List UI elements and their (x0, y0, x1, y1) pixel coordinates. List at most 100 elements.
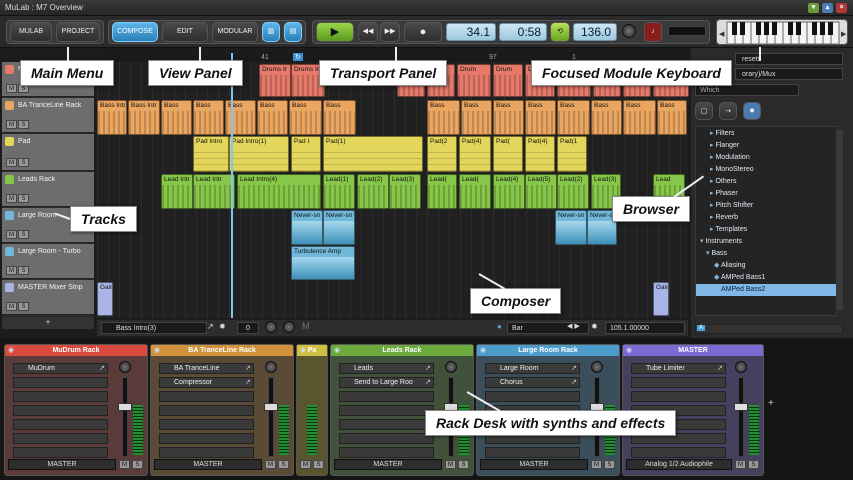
solo-button[interactable]: S (18, 158, 29, 167)
rack-slot[interactable] (13, 447, 108, 458)
tempo-display[interactable]: 136.0 (573, 23, 617, 41)
scroll-knob[interactable] (283, 321, 295, 333)
slot-edit-icon[interactable]: ↗ (571, 364, 577, 372)
mute-button[interactable]: M (6, 230, 17, 239)
octave-down-icon[interactable]: ◀ (719, 31, 725, 38)
mute-button[interactable]: M (119, 460, 130, 469)
browser-item[interactable]: ◆ AMPed Bass2 (696, 284, 836, 296)
black-key[interactable] (820, 22, 825, 35)
modular-view-button[interactable]: MODULAR (212, 22, 258, 42)
slot-edit-icon[interactable]: ↗ (425, 378, 431, 386)
rack-slot[interactable] (159, 447, 254, 458)
black-key[interactable] (740, 22, 745, 35)
browser-item[interactable]: ▸ Reverb (696, 212, 836, 224)
rack-module-header[interactable]: Leads Rack (331, 345, 473, 356)
output-select[interactable]: Analog 1/2 Audiophile (626, 459, 732, 470)
clip[interactable]: Lead( (427, 174, 457, 209)
clip[interactable]: Bass (289, 100, 322, 135)
rack-slot[interactable] (485, 447, 580, 458)
black-key[interactable] (756, 22, 761, 35)
mute-button[interactable]: M (265, 460, 276, 469)
fader-handle[interactable] (264, 403, 278, 411)
clip[interactable]: Bass (591, 100, 622, 135)
rack-slot[interactable]: Large Room (485, 363, 580, 374)
rack-slot[interactable] (159, 433, 254, 444)
solo-button[interactable]: S (748, 460, 759, 469)
rack-slot[interactable] (485, 391, 580, 402)
volume-knob[interactable] (445, 361, 457, 373)
slot-edit-icon[interactable]: ↗ (245, 378, 251, 386)
clip[interactable]: Never-sn (323, 210, 355, 245)
clip[interactable]: Lead Intr (161, 174, 193, 209)
solo-button[interactable]: S (278, 460, 289, 469)
clip[interactable]: Lead(2) (357, 174, 389, 209)
composer[interactable]: Drums IrDrums InDrumDrumDrumDrumDrumDrum… (97, 62, 689, 318)
track[interactable]: MASTER Mixer Strip M S (2, 280, 94, 315)
mute-button[interactable]: M (6, 158, 17, 167)
settings-gear-icon[interactable]: ✹ (591, 322, 598, 331)
restore-icon[interactable]: ▴ (822, 3, 833, 13)
wrench-icon[interactable]: ↗ (207, 322, 214, 331)
clip[interactable]: Pad(4) (459, 136, 491, 172)
power-icon[interactable]: ◉ (300, 346, 306, 354)
slot-edit-icon[interactable]: ↗ (99, 364, 105, 372)
fader-handle[interactable] (734, 403, 748, 411)
output-select[interactable]: MASTER (8, 459, 116, 470)
track[interactable]: Pad M S (2, 134, 94, 171)
clip[interactable]: Pad( (493, 136, 523, 172)
solo-button[interactable]: S (132, 460, 143, 469)
mute-button[interactable]: M (6, 84, 17, 93)
browser-item[interactable]: ◆ AMPed Bass1 (696, 272, 836, 284)
black-key[interactable] (732, 22, 737, 35)
clip[interactable]: Lead(2) (557, 174, 589, 209)
clip[interactable]: Bass (193, 100, 224, 135)
clip[interactable]: Lead Intro(4) (237, 174, 321, 209)
black-key[interactable] (796, 22, 801, 35)
black-key[interactable] (812, 22, 817, 35)
time-display[interactable]: 0:58 (499, 23, 547, 41)
minimize-icon[interactable]: ▾ (808, 3, 819, 13)
power-icon[interactable]: ◉ (626, 346, 632, 354)
slot-edit-icon[interactable]: ↗ (245, 364, 251, 372)
clip[interactable]: Lead(5) (525, 174, 557, 209)
volume-fader[interactable] (268, 377, 274, 457)
rack-slot[interactable] (13, 405, 108, 416)
solo-button[interactable]: S (313, 460, 324, 469)
clip[interactable]: Bass Intr (97, 100, 127, 135)
clip[interactable]: Bass Intr (128, 100, 160, 135)
power-icon[interactable]: ◉ (8, 346, 14, 354)
mulab-menu-button[interactable]: MULAB (10, 22, 52, 42)
clip[interactable]: Pad Intro(1) (229, 136, 289, 172)
black-key[interactable] (764, 22, 769, 35)
clip[interactable]: Bass (461, 100, 492, 135)
mute-button[interactable]: M (6, 120, 17, 129)
clip[interactable]: Drum (493, 64, 523, 97)
browser-item[interactable]: ◆ Aliasing (696, 260, 836, 272)
settings-icon[interactable]: ✹ (743, 102, 761, 120)
clip[interactable]: Bass (525, 100, 556, 135)
black-key[interactable] (788, 22, 793, 35)
edit-view-button[interactable]: EDIT (162, 22, 208, 42)
solo-button[interactable]: S (18, 194, 29, 203)
module-keyboard[interactable]: ◀ ▶ (716, 19, 848, 45)
volume-knob[interactable] (735, 361, 747, 373)
clip[interactable]: Pad(1) (323, 136, 423, 172)
rack-module-header[interactable]: BA TranceLine Rack (151, 345, 293, 356)
mute-clip-icon[interactable]: M (302, 321, 310, 331)
browser-scrollbar[interactable] (837, 130, 843, 310)
slot-edit-icon[interactable]: ↗ (717, 364, 723, 372)
browser-item[interactable]: ▸ Templates (696, 224, 836, 236)
track[interactable]: BA TranceLine Rack M S (2, 98, 94, 133)
folder-icon[interactable]: ▢ (695, 102, 713, 120)
zoom-knob[interactable] (265, 321, 277, 333)
rack-slot[interactable] (631, 447, 726, 458)
solo-button[interactable]: S (18, 266, 29, 275)
clip[interactable]: Never-sn (555, 210, 587, 245)
rack-slot[interactable]: Tube Limiter (631, 363, 726, 374)
snap-arrows-icon[interactable]: ◀ ▶ (567, 322, 580, 330)
loop-marker-icon[interactable]: ↻ (293, 53, 303, 61)
output-select[interactable]: MASTER (334, 459, 442, 470)
rack-slot[interactable] (13, 433, 108, 444)
rack-slot[interactable] (339, 433, 434, 444)
rack-slot[interactable] (159, 419, 254, 430)
